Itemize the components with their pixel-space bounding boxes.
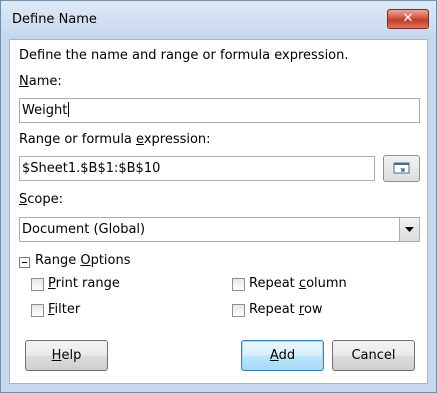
collapse-icon[interactable] [19,257,30,268]
range-options-label[interactable]: Range Options [35,253,131,268]
filter-checkbox[interactable] [31,304,44,317]
repeat-row-checkbox[interactable] [232,304,245,317]
repeat-column-label: Repeat column [249,276,347,291]
add-button[interactable]: Add [241,340,324,371]
close-button[interactable]: ✕ [387,9,429,29]
define-name-dialog: Define Name ✕ Define the name and range … [0,0,437,393]
range-label: Range or formula expression: [19,132,211,147]
cancel-button[interactable]: Cancel [332,340,415,371]
description-text: Define the name and range or formula exp… [19,48,349,63]
range-input[interactable]: $Sheet1.$B$1:$B$10 [19,156,375,181]
name-input[interactable]: Weight [19,98,420,123]
scope-label: Scope: [19,192,63,207]
shrink-button[interactable] [383,155,420,182]
shrink-icon [393,162,410,174]
scope-dropdown-button[interactable] [399,218,419,241]
dialog-body: Define the name and range or formula exp… [9,39,428,384]
help-button[interactable]: Help [25,340,108,371]
print-range-label: Print range [48,276,120,291]
dialog-title: Define Name [12,12,97,27]
title-bar[interactable]: Define Name ✕ [1,1,436,39]
repeat-row-label: Repeat row [249,302,323,317]
close-icon: ✕ [402,11,414,26]
scope-select[interactable]: Document (Global) [19,217,420,242]
chevron-down-icon [405,227,414,232]
name-label: Name: [19,74,62,89]
text-caret [68,102,70,117]
print-range-checkbox[interactable] [31,278,44,291]
repeat-column-checkbox[interactable] [232,278,245,291]
filter-label: Filter [48,302,81,317]
